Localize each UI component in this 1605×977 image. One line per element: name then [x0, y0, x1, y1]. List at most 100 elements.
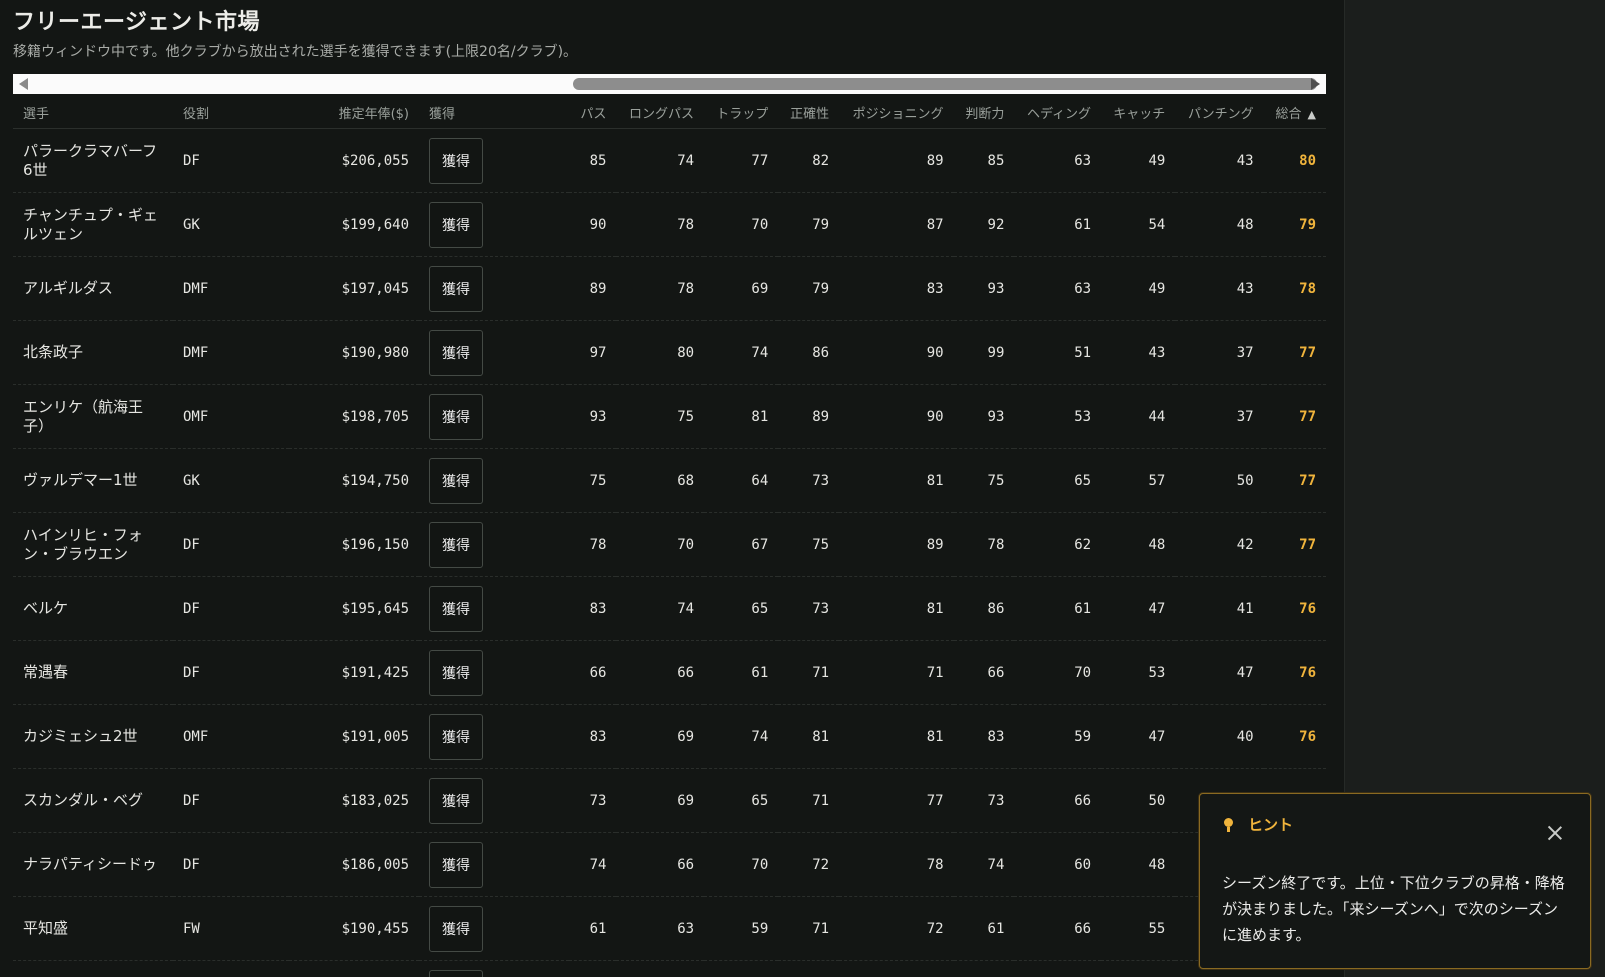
- stat-trap: 65: [704, 576, 779, 641]
- stat-judgement: 83: [953, 704, 1015, 769]
- table-header-row: 選手 役割 推定年俸($) 獲得 パス ロングパス トラップ 正確性 ポジショニ…: [13, 96, 1326, 129]
- table-row: ヴァルデマー1世 GK $194,750 獲得 75 68 64 73 81 75 65 57 50 77: [13, 448, 1326, 513]
- stat-trap: 74: [704, 704, 779, 769]
- lightbulb-icon: [1224, 818, 1233, 832]
- player-role: DF: [173, 768, 289, 833]
- sign-player-button[interactable]: 獲得: [429, 777, 483, 824]
- table-row: スカンダル・ベグDF$183,025獲得73696571777366504476: [13, 768, 1326, 833]
- sign-player-button[interactable]: 獲得: [429, 521, 483, 568]
- col-header-player[interactable]: 選手: [13, 96, 173, 129]
- col-header-punching[interactable]: パンチング: [1175, 96, 1264, 129]
- col-header-accuracy[interactable]: 正確性: [778, 96, 840, 129]
- stat-total: 77: [1263, 512, 1326, 577]
- stat-catch: 54: [1101, 192, 1176, 257]
- scroll-left-icon[interactable]: [19, 78, 28, 90]
- stat-heading: 65: [1014, 448, 1102, 513]
- stat-pass: 97: [569, 320, 617, 385]
- sign-player-button[interactable]: 獲得: [429, 713, 483, 760]
- stat-pass: 75: [569, 448, 617, 513]
- player-salary: $191,425: [289, 640, 419, 705]
- stat-heading: 53: [1014, 384, 1102, 449]
- sign-cell: 獲得: [419, 192, 569, 257]
- page-title: フリーエージェント市場: [13, 10, 261, 35]
- stat-heading: 51: [1014, 320, 1102, 385]
- player-name: ハインリヒ・フォン・ブラウエン: [13, 512, 173, 577]
- player-name: 北条政子: [13, 320, 173, 385]
- stat-trap: 70: [704, 832, 779, 897]
- table-row: ジャヤ・インドラヴ獲得: [13, 960, 1326, 977]
- stat-pass: 74: [569, 832, 617, 897]
- stat-heading: 59: [1014, 704, 1102, 769]
- stat-judgement: 93: [953, 256, 1015, 321]
- col-header-heading[interactable]: ヘディング: [1014, 96, 1102, 129]
- stat-punching: 43: [1175, 256, 1264, 321]
- stat-punching: 37: [1175, 320, 1264, 385]
- stat-punching: 41: [1175, 576, 1264, 641]
- stat-total: 76: [1263, 640, 1326, 705]
- player-name: パラークラマバーフ6世: [13, 128, 173, 193]
- stat-judgement: 92: [953, 192, 1015, 257]
- player-name: アルギルダス: [13, 256, 173, 321]
- col-header-judgement[interactable]: 判断力: [953, 96, 1015, 129]
- player-name: 常遇春: [13, 640, 173, 705]
- scroll-right-icon[interactable]: [1311, 78, 1320, 90]
- close-icon[interactable]: [1546, 824, 1564, 842]
- sign-player-button[interactable]: 獲得: [429, 969, 483, 977]
- sign-player-button[interactable]: 獲得: [429, 905, 483, 952]
- col-header-positioning[interactable]: ポジショニング: [839, 96, 954, 129]
- sign-cell: 獲得: [419, 576, 569, 641]
- stat-positioning: 81: [839, 704, 954, 769]
- sign-player-button[interactable]: 獲得: [429, 393, 483, 440]
- player-salary: [289, 960, 419, 977]
- stat-punching: 50: [1175, 448, 1264, 513]
- table-row: エンリケ（航海王子） OMF $198,705 獲得 93 75 81 89 90 93 53 44 3…: [13, 384, 1326, 449]
- col-header-role[interactable]: 役割: [173, 96, 289, 129]
- sign-player-button[interactable]: 獲得: [429, 265, 483, 312]
- stat-heading: 63: [1014, 256, 1102, 321]
- stat-accuracy: 71: [778, 896, 840, 961]
- sign-player-button[interactable]: 獲得: [429, 329, 483, 376]
- stat-heading: 61: [1014, 576, 1102, 641]
- stat-positioning: 78: [839, 832, 954, 897]
- sign-player-button[interactable]: 獲得: [429, 201, 483, 248]
- stat-accuracy: 81: [778, 704, 840, 769]
- stat-catch: 44: [1101, 384, 1176, 449]
- player-name: ナラパティシードゥ: [13, 832, 173, 897]
- sign-player-button[interactable]: 獲得: [429, 841, 483, 888]
- col-header-salary[interactable]: 推定年俸($): [289, 96, 419, 129]
- stat-pass: 61: [569, 896, 617, 961]
- scroll-thumb[interactable]: [573, 78, 1317, 90]
- stat-total: 77: [1263, 448, 1326, 513]
- col-header-pass[interactable]: パス: [569, 96, 617, 129]
- hint-toast: ヒント シーズン終了です。上位・下位クラブの昇格・降格が決まりました。「来シーズ…: [1199, 793, 1591, 969]
- player-salary: $195,645: [289, 576, 419, 641]
- stat-accuracy: 71: [778, 768, 840, 833]
- table-row: ナラパティシードゥDF$186,005獲得7466707278746048427…: [13, 832, 1326, 897]
- player-role: DF: [173, 832, 289, 897]
- stat-catch: 43: [1101, 320, 1176, 385]
- sign-player-button[interactable]: 獲得: [429, 137, 483, 184]
- stat-punching: 40: [1175, 704, 1264, 769]
- col-header-trap[interactable]: トラップ: [704, 96, 779, 129]
- table-row: パラークラマバーフ6世 DF $206,055 獲得 85 74 77 82 89 85 63 49 4…: [13, 128, 1326, 193]
- player-role: DMF: [173, 256, 289, 321]
- sign-player-button[interactable]: 獲得: [429, 649, 483, 696]
- stat-pass: 78: [569, 512, 617, 577]
- sign-player-button[interactable]: 獲得: [429, 457, 483, 504]
- player-salary: $186,005: [289, 832, 419, 897]
- stat-positioning: 81: [839, 576, 954, 641]
- horizontal-scrollbar[interactable]: [13, 74, 1326, 94]
- col-header-long-pass[interactable]: ロングパス: [616, 96, 705, 129]
- stat-total: 79: [1263, 192, 1326, 257]
- stat-total: 77: [1263, 384, 1326, 449]
- col-header-total[interactable]: 総合 ▲: [1263, 96, 1326, 129]
- stat-positioning: 89: [839, 128, 954, 193]
- stat-long-pass: 80: [616, 320, 705, 385]
- stat-positioning: 90: [839, 384, 954, 449]
- col-header-catch[interactable]: キャッチ: [1101, 96, 1176, 129]
- stat-trap: 81: [704, 384, 779, 449]
- stat-judgement: 85: [953, 128, 1015, 193]
- table-row: 北条政子 DMF $190,980 獲得 97 80 74 86 90 99 51 43 37 77: [13, 320, 1326, 385]
- main-panel: フリーエージェント市場 移籍ウィンドウ中です。他クラブから放出された選手を獲得で…: [0, 0, 1344, 977]
- sign-player-button[interactable]: 獲得: [429, 585, 483, 632]
